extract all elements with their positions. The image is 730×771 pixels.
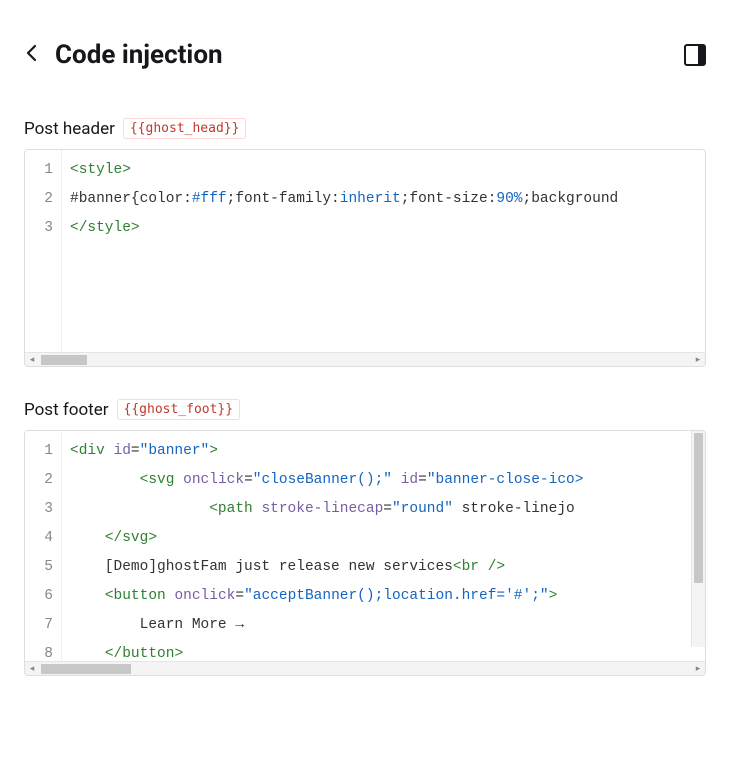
back-button[interactable] xyxy=(24,41,39,69)
scroll-right-icon[interactable]: ▸ xyxy=(691,353,705,367)
chevron-left-icon xyxy=(26,44,37,62)
gutter: 1 2 3 xyxy=(25,150,62,352)
page-header: Code injection xyxy=(24,40,706,70)
scroll-left-icon[interactable]: ◂ xyxy=(25,353,39,367)
vertical-scrollbar[interactable] xyxy=(691,431,705,647)
sidebar-toggle-icon[interactable] xyxy=(684,44,706,66)
scroll-thumb[interactable] xyxy=(694,433,703,583)
post-header-label: Post header xyxy=(24,119,115,139)
page-title: Code injection xyxy=(55,40,668,70)
ghost-head-tag: {{ghost_head}} xyxy=(123,118,247,139)
post-footer-editor[interactable]: 1 2 3 4 5 6 7 8 <div id="banner"> <svg o… xyxy=(24,430,706,676)
ghost-foot-tag: {{ghost_foot}} xyxy=(117,399,241,420)
post-footer-section: Post footer {{ghost_foot}} 1 2 3 4 5 6 7… xyxy=(24,399,706,676)
code-area[interactable]: <style>#banner{color:#fff;font-family:in… xyxy=(62,150,705,352)
horizontal-scrollbar[interactable]: ◂ ▸ xyxy=(25,352,705,366)
horizontal-scrollbar[interactable]: ◂ ▸ xyxy=(25,661,705,675)
scroll-thumb[interactable] xyxy=(41,355,87,365)
post-header-editor[interactable]: 1 2 3 <style>#banner{color:#fff;font-fam… xyxy=(24,149,706,367)
scroll-thumb[interactable] xyxy=(41,664,131,674)
post-header-label-row: Post header {{ghost_head}} xyxy=(24,118,706,139)
scroll-right-icon[interactable]: ▸ xyxy=(691,662,705,676)
post-footer-label-row: Post footer {{ghost_foot}} xyxy=(24,399,706,420)
post-header-section: Post header {{ghost_head}} 1 2 3 <style>… xyxy=(24,118,706,367)
gutter: 1 2 3 4 5 6 7 8 xyxy=(25,431,62,661)
post-footer-label: Post footer xyxy=(24,400,109,420)
scroll-left-icon[interactable]: ◂ xyxy=(25,662,39,676)
code-area[interactable]: <div id="banner"> <svg onclick="closeBan… xyxy=(62,431,705,661)
